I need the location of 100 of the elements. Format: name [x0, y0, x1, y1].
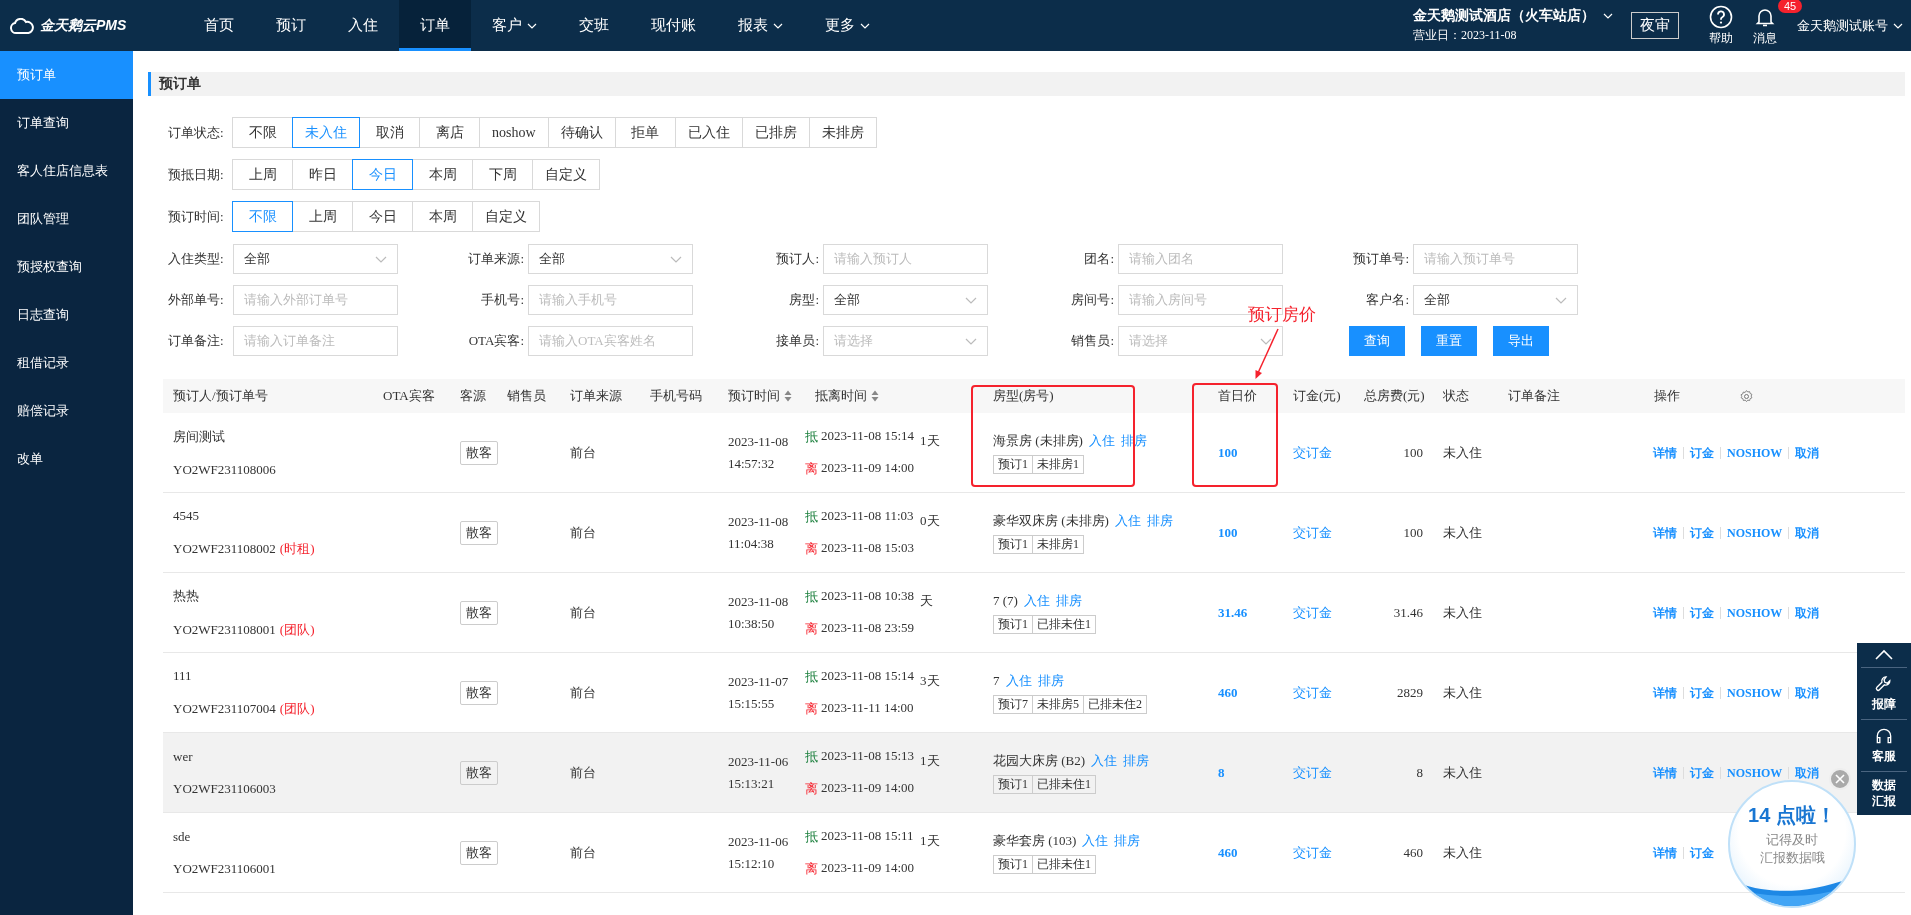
filter-option[interactable]: 拒单: [614, 117, 676, 148]
filter-option[interactable]: 离店: [419, 117, 480, 148]
row-action-link[interactable]: NOSHOW: [1720, 766, 1789, 779]
room-link[interactable]: 排房: [1055, 591, 1082, 610]
nav-tab[interactable]: 现付账: [630, 0, 717, 51]
select-field[interactable]: 请选择: [1118, 326, 1283, 356]
nav-tab[interactable]: 客户: [471, 0, 558, 51]
sidebar-item[interactable]: 团队管理: [0, 195, 133, 243]
sort-icon[interactable]: [871, 390, 879, 402]
deposit-link[interactable]: 交订金: [1293, 443, 1332, 462]
customer-service-button[interactable]: 客服: [1861, 720, 1907, 772]
room-link[interactable]: 排房: [1037, 671, 1064, 690]
row-action-link[interactable]: 详情: [1647, 446, 1683, 459]
sidebar-item[interactable]: 赔偿记录: [0, 387, 133, 435]
sort-icon[interactable]: [784, 390, 792, 402]
filter-option[interactable]: 下周: [472, 159, 533, 190]
room-link[interactable]: 入住: [1005, 671, 1032, 690]
help-button[interactable]: 帮助: [1709, 4, 1733, 47]
sidebar-item[interactable]: 预授权查询: [0, 243, 133, 291]
sidebar-item[interactable]: 日志查询: [0, 291, 133, 339]
select-field[interactable]: 请选择: [823, 326, 988, 356]
filter-option[interactable]: 上周: [232, 159, 293, 190]
row-action-link[interactable]: 详情: [1647, 766, 1683, 779]
row-action-link[interactable]: 取消: [1788, 446, 1826, 459]
filter-option[interactable]: 昨日: [292, 159, 353, 190]
filter-option[interactable]: 自定义: [472, 201, 540, 232]
row-action-link[interactable]: 订金: [1683, 686, 1720, 699]
action-button[interactable]: 导出: [1493, 326, 1549, 356]
room-link[interactable]: 入住: [1082, 831, 1109, 850]
sidebar-item[interactable]: 租借记录: [0, 339, 133, 387]
row-action-link[interactable]: NOSHOW: [1720, 526, 1789, 539]
night-audit-button[interactable]: 夜审: [1631, 12, 1679, 39]
row-action-link[interactable]: 详情: [1647, 606, 1683, 619]
report-issue-button[interactable]: 报障: [1861, 668, 1907, 720]
filter-option[interactable]: 今日: [352, 159, 413, 190]
sidebar-item[interactable]: 预订单: [0, 51, 133, 99]
filter-option[interactable]: 自定义: [532, 159, 600, 190]
filter-option[interactable]: 取消: [359, 117, 420, 148]
deposit-link[interactable]: 交订金: [1293, 523, 1332, 542]
filter-option[interactable]: 不限: [232, 117, 293, 148]
deposit-link[interactable]: 交订金: [1293, 683, 1332, 702]
select-field[interactable]: 全部: [528, 244, 693, 274]
nav-tab[interactable]: 预订: [255, 0, 327, 51]
room-link[interactable]: 排房: [1120, 431, 1147, 450]
row-action-link[interactable]: 订金: [1683, 846, 1720, 859]
filter-option[interactable]: 已排房: [741, 117, 810, 148]
filter-option[interactable]: 待确认: [547, 117, 616, 148]
sidebar-item[interactable]: 客人住店信息表: [0, 147, 133, 195]
nav-tab[interactable]: 入住: [327, 0, 399, 51]
nav-tab[interactable]: 交班: [558, 0, 630, 51]
deposit-link[interactable]: 交订金: [1293, 603, 1332, 622]
input-field[interactable]: 请输入OTA宾客姓名: [528, 326, 693, 356]
sidebar-item[interactable]: 改单: [0, 435, 133, 483]
action-button[interactable]: 查询: [1349, 326, 1405, 356]
input-field[interactable]: 请输入订单备注: [233, 326, 398, 356]
select-field[interactable]: 全部: [233, 244, 398, 274]
data-report-button[interactable]: 数据汇报: [1869, 772, 1899, 816]
input-field[interactable]: 请输入手机号: [528, 285, 693, 315]
filter-option[interactable]: 今日: [352, 201, 413, 232]
nav-tab[interactable]: 报表: [717, 0, 804, 51]
row-action-link[interactable]: 订金: [1683, 766, 1720, 779]
filter-option[interactable]: 上周: [292, 201, 353, 232]
input-field[interactable]: 请输入预订单号: [1413, 244, 1578, 274]
row-action-link[interactable]: 取消: [1788, 526, 1826, 539]
row-action-link[interactable]: 详情: [1647, 526, 1683, 539]
filter-option[interactable]: 本周: [412, 201, 473, 232]
settings-icon[interactable]: [1739, 388, 1754, 404]
select-field[interactable]: 全部: [1413, 285, 1578, 315]
row-action-link[interactable]: 订金: [1683, 606, 1720, 619]
room-link[interactable]: 入住: [1088, 431, 1115, 450]
account-menu[interactable]: 金天鹅测试账号: [1797, 16, 1911, 35]
row-action-link[interactable]: 订金: [1683, 526, 1720, 539]
row-action-link[interactable]: 详情: [1647, 686, 1683, 699]
filter-option[interactable]: 未入住: [292, 117, 360, 148]
filter-option[interactable]: 本周: [412, 159, 473, 190]
filter-option[interactable]: 不限: [232, 201, 293, 232]
row-action-link[interactable]: NOSHOW: [1720, 686, 1789, 699]
deposit-link[interactable]: 交订金: [1293, 843, 1332, 862]
deposit-link[interactable]: 交订金: [1293, 763, 1332, 782]
row-action-link[interactable]: NOSHOW: [1720, 606, 1789, 619]
input-field[interactable]: 请输入预订人: [823, 244, 988, 274]
logo[interactable]: 金天鹅云PMS: [0, 0, 183, 51]
room-link[interactable]: 排房: [1123, 751, 1150, 770]
filter-option[interactable]: 未排房: [808, 117, 877, 148]
input-field[interactable]: 请输入外部订单号: [233, 285, 398, 315]
nav-tab[interactable]: 订单: [399, 0, 471, 51]
nav-tab[interactable]: 首页: [183, 0, 255, 51]
action-button[interactable]: 重置: [1421, 326, 1477, 356]
sidebar-item[interactable]: 订单查询: [0, 99, 133, 147]
input-field[interactable]: 请输入团名: [1118, 244, 1283, 274]
row-action-link[interactable]: 取消: [1788, 686, 1826, 699]
room-link[interactable]: 排房: [1114, 831, 1141, 850]
room-link[interactable]: 排房: [1146, 511, 1173, 530]
select-field[interactable]: 全部: [823, 285, 988, 315]
hotel-name[interactable]: 金天鹅测试酒店（火车站店）: [1413, 7, 1595, 25]
room-link[interactable]: 入住: [1091, 751, 1118, 770]
filter-option[interactable]: noshow: [479, 117, 549, 148]
row-action-link[interactable]: 取消: [1788, 606, 1826, 619]
room-link[interactable]: 入住: [1023, 591, 1050, 610]
row-action-link[interactable]: NOSHOW: [1720, 446, 1789, 459]
